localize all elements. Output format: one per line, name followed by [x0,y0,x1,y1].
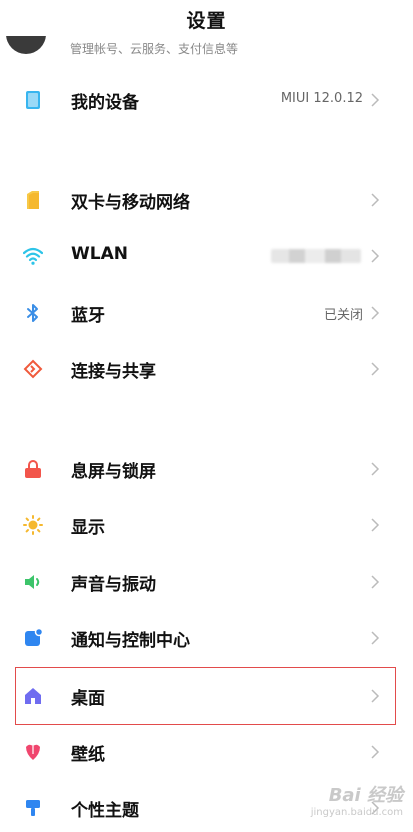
miui-version: MIUI 12.0.12 [280,91,363,106]
share-icon [23,359,43,379]
chevron-right-icon [371,93,380,107]
flower-icon [26,744,40,760]
watermark-logo: Bai 经验 [328,785,403,806]
my-device-label: 我的设备 [71,93,139,113]
bluetooth-label: 蓝牙 [71,306,105,326]
chevron-right-icon [371,575,380,589]
my-device-row[interactable]: 我的设备 MIUI 12.0.12 [0,76,413,124]
display-row[interactable]: 显示 [0,501,413,549]
brush-icon [26,800,40,816]
notification-icon [25,628,43,646]
wlan-label: WLAN [71,244,128,264]
display-label: 显示 [71,518,105,538]
watermark: Bai 经验 jingyan.baidu.com [311,781,403,818]
page-title: 设置 [186,10,227,32]
account-row[interactable]: 管理帐号、云服务、支付信息等 [0,36,413,58]
sun-icon [23,515,43,535]
device-icon [26,91,40,109]
connection-sharing-label: 连接与共享 [71,362,156,382]
sound-vibration-label: 声音与振动 [71,575,156,595]
bluetooth-row[interactable]: 蓝牙 已关闭 [0,289,413,337]
bluetooth-icon [27,304,38,322]
sound-vibration-row[interactable]: 声音与振动 [0,558,413,606]
wlan-network-name-blurred [271,249,361,263]
chevron-right-icon [371,745,380,759]
lock-icon [25,460,41,478]
chevron-right-icon [371,249,380,263]
sim-network-row[interactable]: 双卡与移动网络 [0,176,413,224]
highlight-box [15,667,396,725]
watermark-url: jingyan.baidu.com [310,807,403,818]
notification-control-center-row[interactable]: 通知与控制中心 [0,614,413,662]
wallpaper-label: 壁纸 [71,745,105,765]
account-subtitle: 管理帐号、云服务、支付信息等 [70,42,239,56]
chevron-right-icon [371,306,380,320]
chevron-right-icon [371,462,380,476]
sim-icon [27,191,39,209]
lock-screen-label: 息屏与锁屏 [71,462,156,482]
chevron-right-icon [371,193,380,207]
chevron-right-icon [371,518,380,532]
chevron-right-icon [371,362,380,376]
sim-network-label: 双卡与移动网络 [71,193,190,213]
wifi-icon [23,247,43,265]
avatar [6,36,46,54]
bluetooth-status: 已关闭 [323,308,363,323]
notification-control-center-label: 通知与控制中心 [71,631,190,651]
wlan-row[interactable]: WLAN [0,232,413,280]
speaker-icon [25,575,40,589]
themes-label: 个性主题 [71,801,139,821]
chevron-right-icon [371,631,380,645]
wallpaper-row[interactable]: 壁纸 [0,728,413,776]
connection-sharing-row[interactable]: 连接与共享 [0,345,413,393]
lock-screen-row[interactable]: 息屏与锁屏 [0,445,413,493]
